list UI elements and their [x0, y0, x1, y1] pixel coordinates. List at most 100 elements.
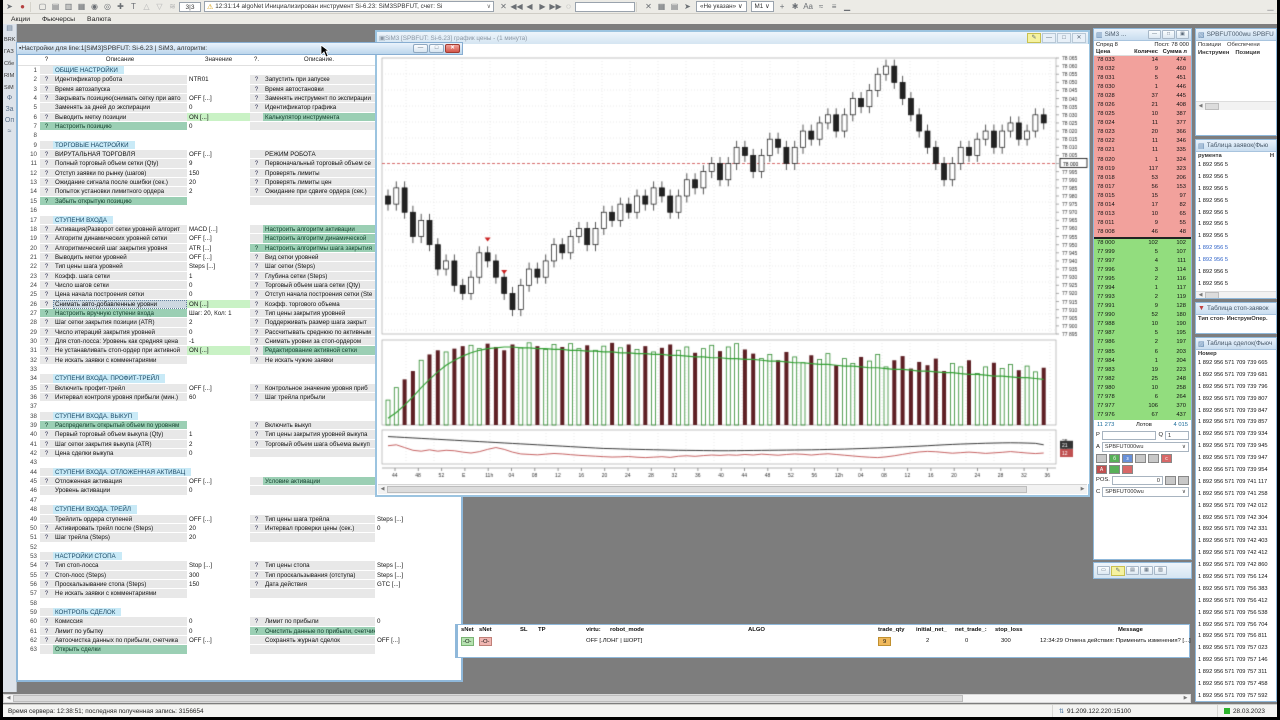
- help-button[interactable]: ?: [250, 187, 263, 197]
- order-row[interactable]: 1 892 956 5: [1196, 243, 1276, 255]
- help-button[interactable]: ?: [40, 308, 53, 319]
- help-button[interactable]: ?: [40, 262, 53, 272]
- param-value[interactable]: 20: [187, 523, 250, 534]
- help-button[interactable]: ?: [40, 280, 53, 291]
- scroll-thumb[interactable]: [13, 695, 963, 702]
- param-value[interactable]: NTR01: [187, 75, 250, 85]
- help-button[interactable]: ?: [40, 589, 53, 599]
- neutral-button[interactable]: [1096, 453, 1107, 463]
- trade-row[interactable]: 1 892 956 571 709 741 117: [1196, 477, 1276, 489]
- help-button[interactable]: ?: [40, 570, 53, 580]
- param-value[interactable]: 150: [187, 168, 250, 179]
- trade-row[interactable]: 1 892 956 571 709 739 934: [1196, 429, 1276, 441]
- maximize-icon[interactable]: □: [1162, 30, 1175, 39]
- help-button[interactable]: ?: [250, 355, 263, 365]
- snet-short-cell[interactable]: -O-: [479, 637, 492, 646]
- tile-horizontal-icon[interactable]: ▤: [49, 1, 62, 13]
- bid-row[interactable]: 77 996 3 114: [1094, 266, 1191, 276]
- trade-row[interactable]: 1 892 956 571 709 742 412: [1196, 548, 1276, 560]
- price-chart-canvas[interactable]: [378, 44, 1089, 484]
- trade-row[interactable]: 1 892 956 571 709 742 860: [1196, 560, 1276, 572]
- workspace-horizontal-scrollbar[interactable]: ◀ ▶: [3, 694, 1191, 703]
- bid-row[interactable]: 78 000 102 102: [1094, 238, 1191, 248]
- action-cell[interactable]: Распределить открытый объем по уровням: [53, 421, 187, 431]
- ticker-shortcut[interactable]: RIM: [3, 71, 16, 83]
- param-value[interactable]: 150: [187, 579, 250, 590]
- param-value[interactable]: MACD [...]: [187, 224, 250, 235]
- settings-row[interactable]: 50? Активировать трейл после (Steps) 20? Ин…: [18, 523, 461, 534]
- bid-row[interactable]: 77 994 1 117: [1094, 284, 1191, 294]
- help-button[interactable]: ?: [40, 243, 53, 253]
- order-row[interactable]: 1 892 956 5: [1196, 231, 1276, 243]
- param-value[interactable]: 0: [187, 486, 250, 496]
- buy-button[interactable]: б: [1109, 453, 1120, 463]
- param-value[interactable]: Steps [...]: [375, 514, 453, 524]
- robot-mode-value[interactable]: OFF [.ЛОНГ | ШОРТ]: [586, 637, 642, 646]
- help-button[interactable]: ?: [40, 122, 53, 132]
- param-value[interactable]: Steps [...]: [375, 561, 453, 571]
- first-record-icon[interactable]: ◀◀: [510, 1, 523, 13]
- param-value[interactable]: OFF [...]: [187, 150, 250, 160]
- bid-row[interactable]: 77 995 2 116: [1094, 275, 1191, 285]
- trade-row[interactable]: 1 892 956 571 709 739 681: [1196, 370, 1276, 382]
- ask-row[interactable]: 78 032 9 460: [1094, 65, 1191, 75]
- help-button[interactable]: ?: [250, 168, 263, 179]
- ask-row[interactable]: 78 028 37 445: [1094, 92, 1191, 102]
- trade-row[interactable]: 1 892 956 571 709 756 412: [1196, 596, 1276, 608]
- help-button[interactable]: ?: [250, 346, 263, 356]
- ask-row[interactable]: 78 033 14 474: [1094, 56, 1191, 66]
- order-row[interactable]: 1 892 956 5: [1196, 279, 1276, 291]
- trade-row[interactable]: 1 892 956 571 709 742 403: [1196, 536, 1276, 548]
- param-value[interactable]: OFF [...]: [187, 477, 250, 487]
- trade-row[interactable]: 1 892 956 571 709 739 665: [1196, 358, 1276, 370]
- ask-row[interactable]: 78 015 15 97: [1094, 191, 1191, 201]
- link-icon[interactable]: ✎: [1111, 565, 1125, 576]
- alert-dropdown[interactable]: ⚠ 12:31:14 algoNet Инициализирован инстр…: [204, 1, 494, 12]
- text-tool-icon[interactable]: T: [127, 1, 140, 13]
- param-value[interactable]: OFF [...]: [375, 635, 453, 646]
- param-value[interactable]: 0: [187, 103, 250, 113]
- bid-row[interactable]: 77 984 1 204: [1094, 356, 1191, 366]
- settings-row[interactable]: 49 Трейлить ордера ступеней OFF [...]? Тип …: [18, 514, 461, 524]
- scroll-left-icon[interactable]: ◀: [1196, 102, 1205, 111]
- minimize-icon[interactable]: —: [1042, 33, 1056, 43]
- cascade-icon[interactable]: ▦: [75, 1, 88, 13]
- help-button[interactable]: ?: [40, 579, 53, 590]
- help-button[interactable]: ?: [250, 336, 263, 347]
- close-alert-icon[interactable]: ✕: [642, 1, 655, 13]
- help-button[interactable]: ?: [40, 439, 53, 450]
- ask-row[interactable]: 78 026 21 408: [1094, 101, 1191, 111]
- param-value[interactable]: 0: [375, 523, 453, 534]
- add-icon[interactable]: +: [776, 1, 789, 13]
- close-icon[interactable]: ✕: [1072, 33, 1086, 43]
- bid-row[interactable]: 77 976 67 437: [1094, 410, 1191, 420]
- help-button[interactable]: ?: [250, 430, 263, 440]
- ask-row[interactable]: 78 031 5 451: [1094, 74, 1191, 84]
- help-button[interactable]: ?: [40, 224, 53, 235]
- dock-icon[interactable]: За: [3, 106, 16, 117]
- param-value[interactable]: OFF [...]: [187, 252, 250, 263]
- settings-row[interactable]: 61? Лимит по убытку 0? Очистить данные по п…: [18, 626, 461, 636]
- help-button[interactable]: ?: [250, 75, 263, 85]
- help-button[interactable]: ?: [40, 383, 53, 394]
- settings-row[interactable]: 63 Открыть сделки: [18, 645, 461, 655]
- help-button[interactable]: ?: [250, 271, 263, 281]
- dock-icon[interactable]: Оп: [3, 117, 16, 128]
- settings-row[interactable]: 57? Не искать заявки с комментариями: [18, 589, 461, 599]
- chart-icon[interactable]: ▧: [1154, 566, 1167, 575]
- bid-row[interactable]: 77 993 2 119: [1094, 293, 1191, 303]
- help-button[interactable]: ?: [40, 336, 53, 347]
- help-button[interactable]: ?: [40, 561, 53, 571]
- action-cell[interactable]: Настроить позицию: [53, 122, 187, 132]
- param-value[interactable]: Шаг: 20, Кол: 1: [187, 308, 250, 319]
- trade-row[interactable]: 1 892 956 571 709 756 383: [1196, 584, 1276, 596]
- font-icon[interactable]: Aa: [802, 1, 815, 13]
- param-value[interactable]: Steps [...]: [375, 570, 453, 580]
- order-row[interactable]: 1 892 956 5: [1196, 196, 1276, 208]
- ask-row[interactable]: 78 008 46 48: [1094, 227, 1191, 237]
- settings-row[interactable]: 53 НАСТРОЙКИ СТОПА: [18, 551, 461, 562]
- trade-row[interactable]: 1 892 956 571 709 742 304: [1196, 513, 1276, 525]
- param-value[interactable]: 0: [187, 617, 250, 627]
- param-value[interactable]: Stop [...]: [187, 561, 250, 571]
- help-button[interactable]: ?: [40, 290, 53, 300]
